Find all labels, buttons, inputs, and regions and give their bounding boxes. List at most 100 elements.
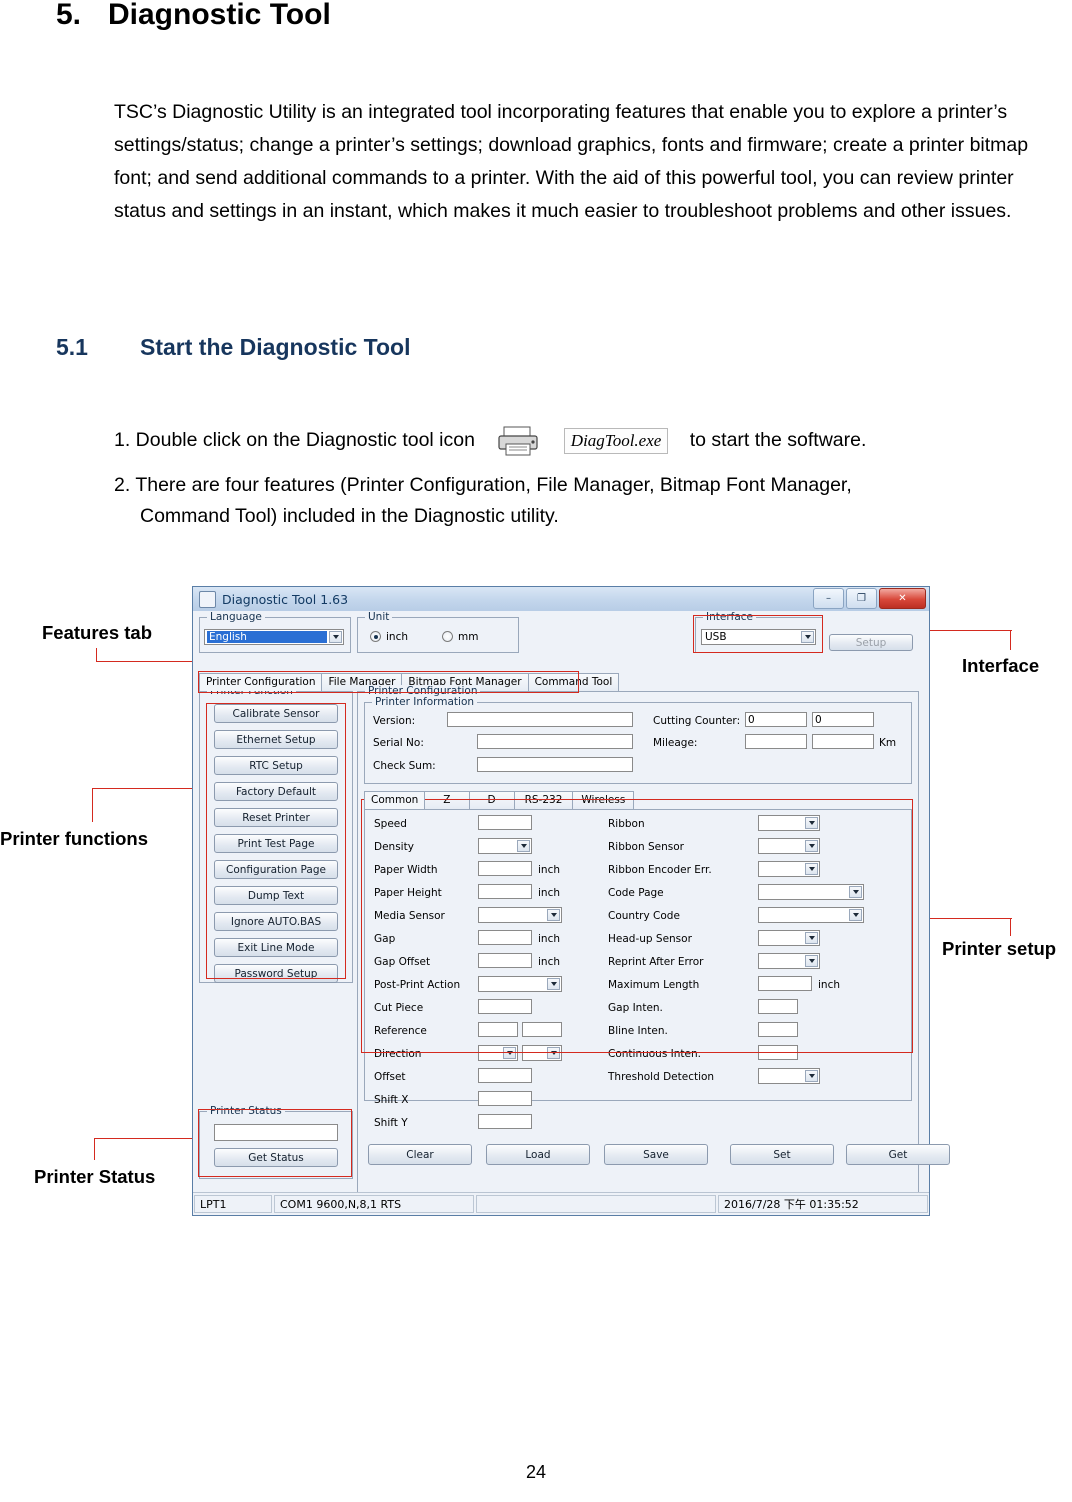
chevron-down-icon[interactable] <box>547 978 560 990</box>
interface-setup-button[interactable]: Setup <box>829 634 913 651</box>
serial-no-field[interactable] <box>477 734 633 749</box>
version-field[interactable] <box>447 712 633 727</box>
tab-z[interactable]: Z <box>424 791 470 809</box>
minimize-button[interactable]: – <box>813 588 844 609</box>
chevron-down-icon[interactable] <box>805 863 818 875</box>
offset-field[interactable] <box>478 1068 532 1083</box>
get-button[interactable]: Get <box>846 1144 950 1165</box>
chevron-down-icon[interactable] <box>805 955 818 967</box>
speed-field[interactable] <box>478 815 532 830</box>
ribbon-encoder-err-label: Ribbon Encoder Err. <box>608 864 712 876</box>
chevron-down-icon[interactable] <box>329 631 342 643</box>
chevron-down-icon[interactable] <box>503 1047 516 1059</box>
password-setup-button[interactable]: Password Setup <box>214 964 338 983</box>
gap-inten-field[interactable] <box>758 999 798 1014</box>
chevron-down-icon[interactable] <box>805 932 818 944</box>
tab-wireless[interactable]: Wireless <box>572 791 635 809</box>
density-select[interactable] <box>478 838 532 854</box>
chevron-down-icon[interactable] <box>517 840 530 852</box>
paper-height-field[interactable] <box>478 884 532 899</box>
tab-command-tool[interactable]: Command Tool <box>527 673 620 691</box>
callout-printer-functions: Printer functions <box>0 828 149 849</box>
reprint-after-error-select[interactable] <box>758 953 820 969</box>
close-button[interactable]: ✕ <box>879 588 926 609</box>
check-sum-field[interactable] <box>477 757 633 772</box>
maximize-button[interactable]: ❐ <box>846 588 877 609</box>
direction-select-2[interactable] <box>522 1045 562 1061</box>
ignore-autobas-button[interactable]: Ignore AUTO.BAS <box>214 912 338 931</box>
shift-x-field[interactable] <box>478 1091 532 1106</box>
maximum-length-field[interactable] <box>758 976 812 991</box>
mileage-field-2[interactable] <box>812 734 874 749</box>
gap-inten-label: Gap Inten. <box>608 1002 663 1014</box>
post-print-action-label: Post-Print Action <box>374 979 461 991</box>
chevron-down-icon[interactable] <box>805 817 818 829</box>
head-up-sensor-select[interactable] <box>758 930 820 946</box>
load-button[interactable]: Load <box>486 1144 590 1165</box>
unit-group: Unit inch mm <box>357 611 519 653</box>
mileage-unit-label: Km <box>879 737 897 749</box>
reference-field-1[interactable] <box>478 1022 518 1037</box>
ribbon-select[interactable] <box>758 815 820 831</box>
country-code-select[interactable] <box>758 907 864 923</box>
chevron-down-icon[interactable] <box>849 909 862 921</box>
ethernet-setup-button[interactable]: Ethernet Setup <box>214 730 338 749</box>
tab-d[interactable]: D <box>468 791 515 809</box>
unit-inch-radio[interactable] <box>370 631 381 642</box>
media-sensor-select[interactable] <box>478 907 562 923</box>
calibrate-sensor-button[interactable]: Calibrate Sensor <box>214 704 338 723</box>
code-page-select[interactable] <box>758 884 864 900</box>
unit-mm-radio[interactable] <box>442 631 453 642</box>
print-test-page-button[interactable]: Print Test Page <box>214 834 338 853</box>
direction-select-1[interactable] <box>478 1045 518 1061</box>
rtc-setup-button[interactable]: RTC Setup <box>214 756 338 775</box>
head-up-sensor-label: Head-up Sensor <box>608 933 692 945</box>
ribbon-encoder-err-select[interactable] <box>758 861 820 877</box>
tab-printer-configuration[interactable]: Printer Configuration <box>199 673 323 691</box>
paper-width-field[interactable] <box>478 861 532 876</box>
ribbon-sensor-select[interactable] <box>758 838 820 854</box>
chevron-down-icon[interactable] <box>849 886 862 898</box>
threshold-detection-select[interactable] <box>758 1068 820 1084</box>
reference-field-2[interactable] <box>522 1022 562 1037</box>
gap-label: Gap <box>374 933 396 945</box>
set-button[interactable]: Set <box>730 1144 834 1165</box>
step-2: 2. There are four features (Printer Conf… <box>114 470 1064 532</box>
factory-default-button[interactable]: Factory Default <box>214 782 338 801</box>
chevron-down-icon[interactable] <box>805 840 818 852</box>
step-2-line2: Command Tool) included in the Diagnostic… <box>140 505 559 527</box>
interface-group: Interface USB <box>695 611 823 653</box>
chevron-down-icon[interactable] <box>547 909 560 921</box>
dump-text-button[interactable]: Dump Text <box>214 886 338 905</box>
callout-leader-status-h <box>94 1138 206 1141</box>
language-select[interactable]: English <box>204 629 344 645</box>
configuration-page-button[interactable]: Configuration Page <box>214 860 338 879</box>
bline-inten-label: Bline Inten. <box>608 1025 668 1037</box>
mileage-field[interactable] <box>745 734 807 749</box>
cutting-counter-label: Cutting Counter: <box>653 715 741 727</box>
bline-inten-field[interactable] <box>758 1022 798 1037</box>
clear-button[interactable]: Clear <box>368 1144 472 1165</box>
chevron-down-icon[interactable] <box>805 1070 818 1082</box>
offset-label: Offset <box>374 1071 406 1083</box>
tab-rs232[interactable]: RS-232 <box>513 791 574 809</box>
gap-offset-field[interactable] <box>478 953 532 968</box>
get-status-button[interactable]: Get Status <box>214 1148 338 1167</box>
gap-offset-unit: inch <box>538 956 560 968</box>
exit-line-mode-button[interactable]: Exit Line Mode <box>214 938 338 957</box>
interface-select[interactable]: USB <box>701 629 816 645</box>
window-title: Diagnostic Tool 1.63 <box>222 591 349 607</box>
tab-common[interactable]: Common <box>364 791 426 809</box>
reset-printer-button[interactable]: Reset Printer <box>214 808 338 827</box>
cut-piece-field[interactable] <box>478 999 532 1014</box>
printer-status-field[interactable] <box>214 1124 338 1141</box>
save-button[interactable]: Save <box>604 1144 708 1165</box>
post-print-action-select[interactable] <box>478 976 562 992</box>
continuous-inten-field[interactable] <box>758 1045 798 1060</box>
cutting-counter-field-2[interactable]: 0 <box>812 712 874 727</box>
cutting-counter-field[interactable]: 0 <box>745 712 807 727</box>
shift-y-field[interactable] <box>478 1114 532 1129</box>
gap-field[interactable] <box>478 930 532 945</box>
chevron-down-icon[interactable] <box>801 631 814 643</box>
chevron-down-icon[interactable] <box>547 1047 560 1059</box>
